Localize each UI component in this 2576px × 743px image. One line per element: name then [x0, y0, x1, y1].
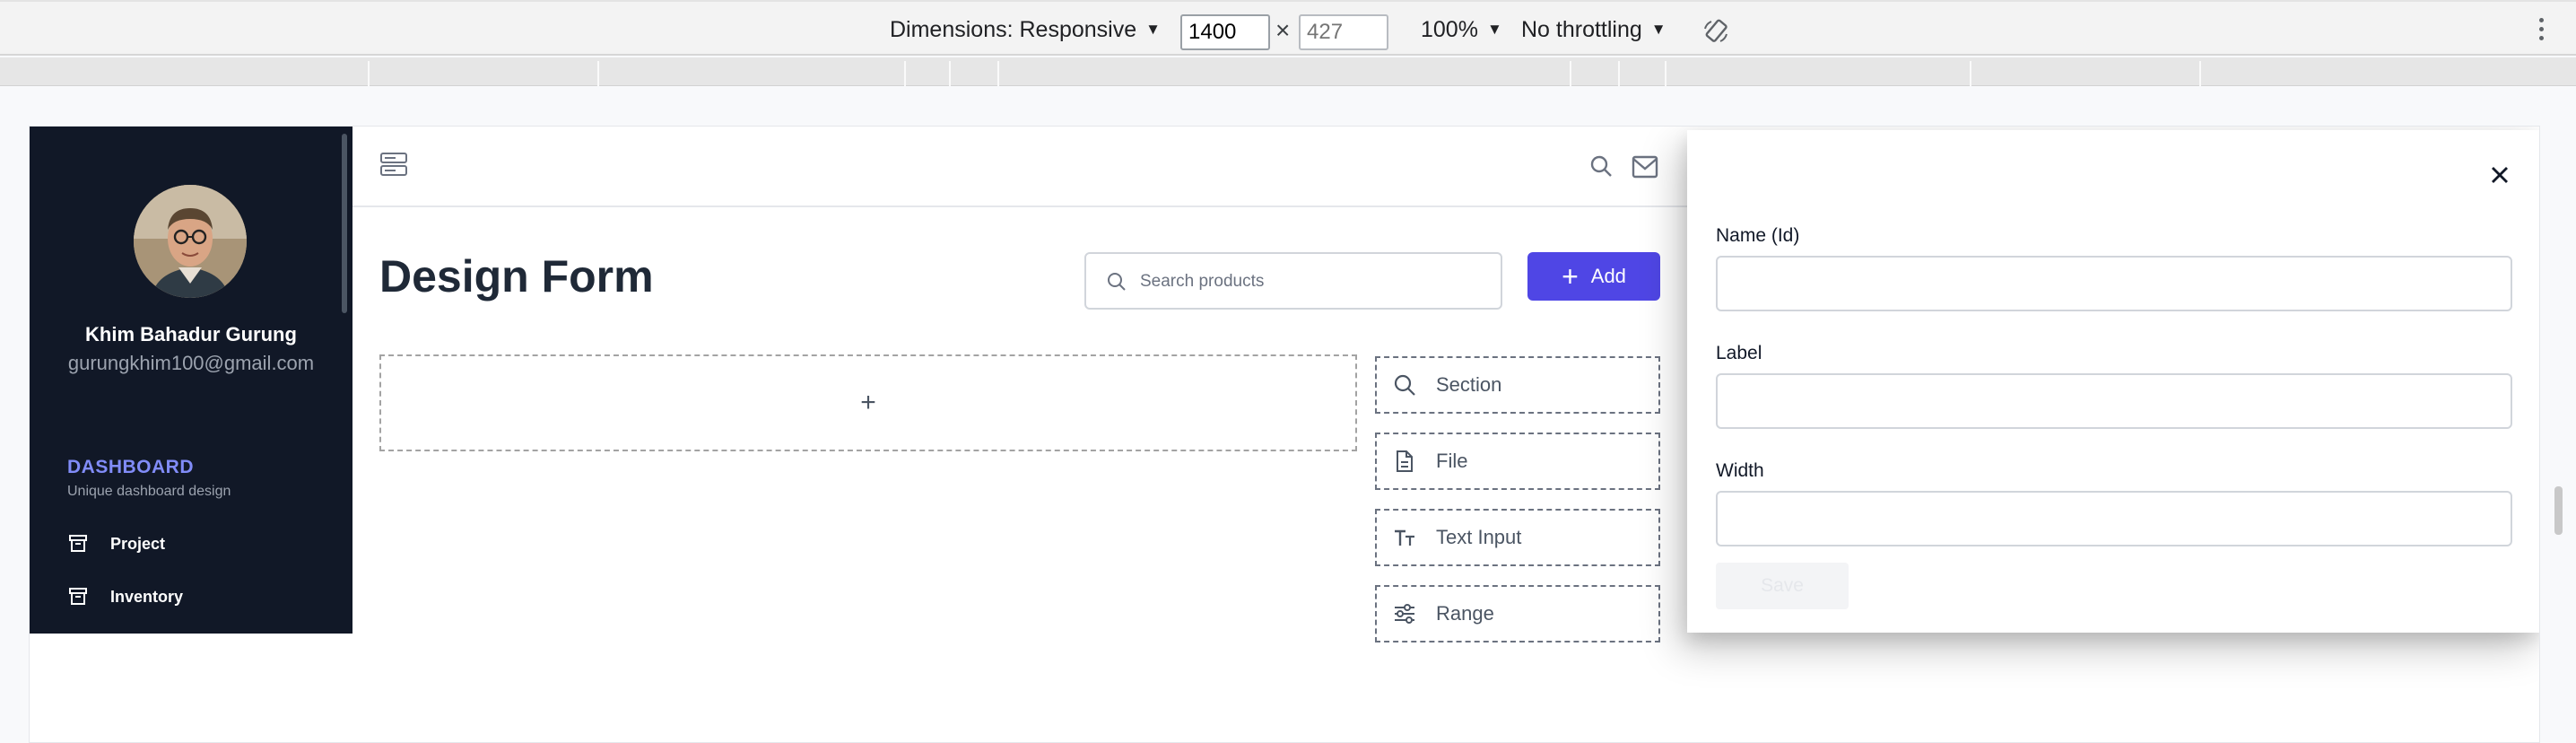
width-field[interactable] — [1716, 491, 2512, 546]
throttle-dropdown[interactable]: No throttling ▼ — [1521, 17, 1667, 43]
save-button[interactable]: Save — [1716, 563, 1849, 609]
user-name: Khim Bahadur Gurung — [85, 323, 297, 345]
avatar — [134, 185, 247, 298]
media-query-ruler[interactable] — [0, 57, 2576, 86]
file-icon — [1397, 450, 1413, 472]
close-icon[interactable] — [2489, 164, 2511, 186]
dimensions-dropdown[interactable]: Dimensions: Responsive ▼ — [890, 17, 1161, 43]
tool-label: File — [1436, 450, 1468, 472]
tool-label: Range — [1436, 602, 1494, 625]
page-title: Design Form — [379, 251, 654, 302]
tool-text-input[interactable]: Text Input — [1375, 509, 1660, 566]
label-label: Label — [1716, 343, 1762, 363]
device-width-input[interactable] — [1180, 14, 1270, 50]
add-button[interactable]: + Add — [1527, 252, 1660, 301]
width-label: Width — [1716, 460, 1764, 481]
search-icon[interactable] — [1588, 153, 1614, 179]
tool-label: Text Input — [1436, 526, 1522, 548]
field-properties-panel: Name (Id) Label Width Save — [1687, 130, 2539, 633]
times-symbol: × — [1275, 16, 1291, 44]
user-email: gurungkhim100@gmail.com — [67, 352, 315, 374]
form-drop-zone[interactable]: + — [379, 354, 1357, 451]
page-scrollbar[interactable] — [2554, 486, 2563, 535]
mail-icon[interactable] — [1632, 155, 1658, 179]
sidebar-item-inventory[interactable]: Inventory — [67, 581, 183, 612]
sidebar-item-label: Project — [110, 534, 166, 553]
chevron-down-icon: ▼ — [1145, 21, 1161, 38]
device-viewport: Khim Bahadur Gurung gurungkhim100@gmail.… — [29, 126, 2540, 743]
search-icon — [1394, 374, 1415, 396]
throttle-label: No throttling — [1521, 17, 1642, 42]
more-options-icon[interactable] — [2537, 18, 2546, 45]
plus-icon: + — [860, 388, 876, 417]
sliders-icon — [1395, 604, 1414, 624]
dimensions-label: Dimensions: Responsive — [890, 17, 1137, 42]
tool-file[interactable]: File — [1375, 433, 1660, 490]
tool-section[interactable]: Section — [1375, 356, 1660, 414]
archive-icon — [69, 588, 87, 605]
zoom-dropdown[interactable]: 100% ▼ — [1421, 17, 1502, 43]
tool-label: Section — [1436, 373, 1502, 396]
search-box[interactable] — [1084, 252, 1502, 310]
devtools-toolbar: Dimensions: Responsive ▼ × 100% ▼ No throt… — [0, 0, 2576, 56]
sidebar: Khim Bahadur Gurung gurungkhim100@gmail.… — [30, 127, 352, 634]
menu-toggle-icon[interactable] — [379, 152, 408, 179]
tool-range[interactable]: Range — [1375, 585, 1660, 642]
rotate-icon[interactable] — [1702, 18, 1729, 45]
search-icon — [1108, 273, 1126, 291]
search-input[interactable] — [1140, 267, 1490, 297]
name-id-field[interactable] — [1716, 256, 2512, 311]
sidebar-item-project[interactable]: Project — [67, 529, 165, 559]
plus-icon: + — [1562, 260, 1579, 293]
main-content: Design Form + Add + Section File Text In… — [352, 127, 1710, 742]
archive-icon — [69, 535, 87, 552]
name-id-label: Name (Id) — [1716, 225, 1800, 246]
chevron-down-icon: ▼ — [1650, 21, 1667, 38]
text-type-icon — [1395, 529, 1414, 546]
sidebar-section-title[interactable]: DASHBOARD — [67, 457, 194, 478]
sidebar-scrollbar[interactable] — [342, 134, 347, 313]
add-button-label: Add — [1590, 265, 1626, 287]
label-field[interactable] — [1716, 373, 2512, 429]
sidebar-item-label: Inventory — [110, 587, 184, 606]
chevron-down-icon: ▼ — [1486, 21, 1502, 38]
zoom-label: 100% — [1421, 17, 1478, 42]
sidebar-section-subtitle: Unique dashboard design — [67, 484, 231, 499]
top-bar — [352, 127, 1710, 207]
device-height-input[interactable] — [1299, 14, 1388, 50]
